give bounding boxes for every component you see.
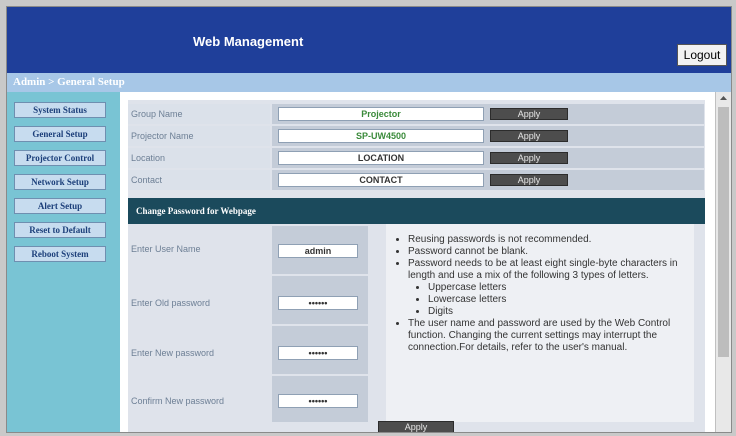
location-input[interactable]: LOCATION [278,151,484,165]
projector-name-input[interactable]: SP-UW4500 [278,129,484,143]
note-item: Password cannot be blank. [408,246,694,258]
setting-row-contact: Contact CONTACT Apply [128,170,705,190]
old-password-input[interactable]: •••••• [278,296,358,310]
projector-name-label: Projector Name [131,131,194,141]
location-apply-button[interactable]: Apply [490,152,568,164]
setting-row-location: Location LOCATION Apply [128,148,705,168]
new-password-input[interactable]: •••••• [278,346,358,360]
note-item: Password needs to be at least eight sing… [408,258,694,282]
contact-input[interactable]: CONTACT [278,173,484,187]
password-apply-button[interactable]: Apply [378,421,454,432]
sidebar-item-system-status[interactable]: System Status [14,102,106,118]
group-name-input[interactable]: Projector [278,107,484,121]
sidebar-item-reset-to-default[interactable]: Reset to Default [14,222,106,238]
user-name-input[interactable]: admin [278,244,358,258]
sidebar-item-network-setup[interactable]: Network Setup [14,174,106,190]
scrollbar-thumb[interactable] [718,107,729,357]
main-content: Group Name Projector Apply Projector Nam… [120,92,713,432]
group-name-label: Group Name [131,109,183,119]
page-title: Web Management [193,34,304,49]
settings-panel: Group Name Projector Apply Projector Nam… [128,100,705,432]
confirm-password-label: Confirm New password [131,396,225,406]
sidebar-item-alert-setup[interactable]: Alert Setup [14,198,106,214]
scroll-up-icon[interactable] [719,94,728,103]
password-notes: Reusing passwords is not recommended. Pa… [386,224,694,422]
location-label: Location [131,153,166,163]
letter-type-item: Digits [428,306,694,318]
note-item: The user name and password are used by t… [408,318,694,354]
scrollbar[interactable] [715,92,731,432]
breadcrumb: Admin > General Setup [7,73,731,92]
setting-row-group-name: Group Name Projector Apply [128,104,705,124]
sidebar-item-projector-control[interactable]: Projector Control [14,150,106,166]
password-section-header: Change Password for Webpage [128,198,705,224]
letter-type-item: Lowercase letters [428,294,694,306]
letter-type-item: Uppercase letters [428,282,694,294]
group-name-apply-button[interactable]: Apply [490,108,568,120]
logout-button[interactable]: Logout [677,44,727,66]
contact-apply-button[interactable]: Apply [490,174,568,186]
old-password-label: Enter Old password [131,298,211,308]
app-header: Web Management Logout [7,7,731,73]
sidebar-item-general-setup[interactable]: General Setup [14,126,106,142]
browser-frame: Web Management Logout Admin > General Se… [6,6,732,433]
contact-label: Contact [131,175,163,185]
sidebar-item-reboot-system[interactable]: Reboot System [14,246,106,262]
new-password-label: Enter New password [131,348,215,358]
confirm-password-input[interactable]: •••••• [278,394,358,408]
note-item: Reusing passwords is not recommended. [408,234,694,246]
projector-name-apply-button[interactable]: Apply [490,130,568,142]
sidebar: System Status General Setup Projector Co… [7,92,120,432]
user-name-label: Enter User Name [131,244,201,254]
setting-row-projector-name: Projector Name SP-UW4500 Apply [128,126,705,146]
